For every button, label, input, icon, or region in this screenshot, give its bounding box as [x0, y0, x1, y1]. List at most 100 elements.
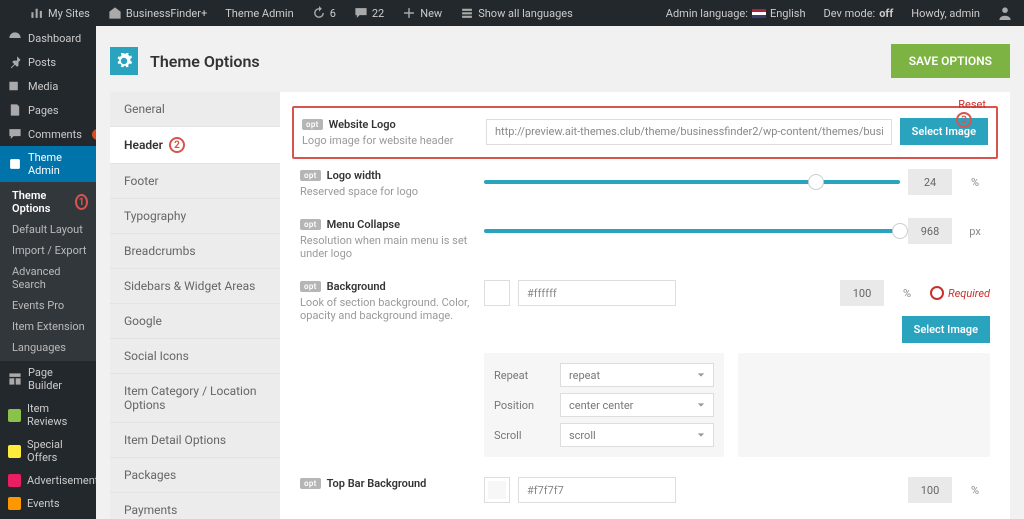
- badge-menucollapse: opt: [300, 219, 321, 230]
- page-title: Theme Options: [150, 52, 260, 71]
- bg-repeat-select[interactable]: repeat: [560, 363, 714, 387]
- menu-comments[interactable]: Comments22: [0, 122, 96, 146]
- row-topbar-color: optTop Bar Color %: [300, 513, 990, 519]
- label-bg-desc: Look of section background. Color, opaci…: [300, 296, 470, 322]
- admin-language[interactable]: Admin language: English: [660, 7, 812, 20]
- comments-link[interactable]: 22: [348, 6, 390, 20]
- updates-count: 6: [330, 7, 336, 20]
- new-label: New: [420, 7, 442, 20]
- slider-knob[interactable]: [892, 223, 908, 239]
- label-topbg-title: Top Bar Background: [327, 477, 427, 490]
- new-link[interactable]: New: [396, 6, 448, 20]
- adminlang-value: English: [770, 7, 806, 20]
- bg-color-input[interactable]: [518, 280, 676, 306]
- my-sites-label: My Sites: [48, 7, 90, 20]
- menu-advertisements[interactable]: Advertisements: [0, 469, 96, 492]
- menu-special-offers[interactable]: Special Offers: [0, 433, 96, 469]
- label-logowidth-title: Logo width: [327, 169, 381, 182]
- section-link[interactable]: Theme Admin: [219, 7, 299, 20]
- submenu-item-extension[interactable]: Item Extension: [0, 316, 96, 337]
- topbg-swatch[interactable]: [484, 477, 510, 503]
- row-logo-width: optLogo width Reserved space for logo %: [300, 159, 990, 208]
- slider-knob[interactable]: [808, 174, 824, 190]
- menu-theme-admin[interactable]: Theme Admin: [0, 146, 96, 182]
- bg-position-select[interactable]: center center: [560, 393, 714, 417]
- reset-link[interactable]: Reset: [958, 98, 986, 111]
- topbg-opacity[interactable]: [908, 477, 952, 503]
- tab-google[interactable]: Google: [110, 304, 280, 339]
- tab-social-icons[interactable]: Social Icons: [110, 339, 280, 374]
- menu-item-label: Advertisements: [27, 474, 96, 487]
- bg-color-swatch[interactable]: [484, 280, 510, 306]
- tab-sidebars-widget-areas[interactable]: Sidebars & Widget Areas: [110, 269, 280, 304]
- tab-footer[interactable]: Footer: [110, 164, 280, 199]
- step-1-badge: 1: [75, 194, 88, 210]
- topbg-unit: %: [960, 484, 990, 497]
- label-menucollapse-title: Menu Collapse: [327, 218, 400, 231]
- admin-bar: My Sites BusinessFinder+ Theme Admin 6 2…: [0, 0, 1024, 26]
- menu-media-label: Media: [28, 80, 58, 93]
- logowidth-value[interactable]: [908, 169, 952, 195]
- menucollapse-slider[interactable]: [484, 229, 900, 233]
- row-website-logo: optWebsite Logo Logo image for website h…: [292, 106, 998, 159]
- dev-mode[interactable]: Dev mode: off: [818, 7, 900, 20]
- tab-payments[interactable]: Payments: [110, 493, 280, 519]
- tab-packages[interactable]: Packages: [110, 458, 280, 493]
- bg-scroll-select[interactable]: scroll: [560, 423, 714, 447]
- menu-item-reviews[interactable]: Item Reviews: [0, 397, 96, 433]
- logo-url-input[interactable]: [486, 119, 892, 145]
- submenu-default-layout[interactable]: Default Layout: [0, 219, 96, 240]
- site-link[interactable]: BusinessFinder+: [102, 6, 213, 20]
- row-menu-collapse: optMenu Collapse Resolution when main me…: [300, 208, 990, 270]
- menucollapse-unit: px: [960, 225, 990, 238]
- tab-typography[interactable]: Typography: [110, 199, 280, 234]
- tab-breadcrumbs[interactable]: Breadcrumbs: [110, 234, 280, 269]
- bg-position-label: Position: [494, 399, 550, 412]
- logowidth-slider[interactable]: [484, 180, 900, 184]
- dashboard-icon: [8, 31, 22, 45]
- menu-events[interactable]: Events: [0, 492, 96, 515]
- tab-header[interactable]: Header2: [110, 127, 280, 164]
- chevron-down-icon: [697, 401, 705, 409]
- devmode-value: off: [879, 7, 893, 20]
- howdy-link[interactable]: Howdy, admin: [905, 7, 986, 20]
- languages-link[interactable]: Show all languages: [454, 6, 579, 20]
- submenu-languages[interactable]: Languages: [0, 337, 96, 358]
- menu-dashboard[interactable]: Dashboard: [0, 26, 96, 50]
- menu-comments-count: 22: [92, 129, 96, 140]
- submenu-advanced-search[interactable]: Advanced Search: [0, 261, 96, 295]
- bg-select-image-button[interactable]: Select Image: [902, 316, 990, 343]
- step-2-badge: 2: [169, 137, 185, 153]
- submenu-theme-options[interactable]: Theme Options 1: [0, 185, 96, 219]
- menu-page-builder[interactable]: Page Builder: [0, 361, 96, 397]
- badge-bg: opt: [300, 281, 321, 292]
- bg-opacity-value[interactable]: [840, 280, 884, 306]
- color-icon: [8, 445, 21, 458]
- menucollapse-value[interactable]: [908, 218, 952, 244]
- tab-general[interactable]: General: [110, 92, 280, 127]
- tab-item-category-location-options[interactable]: Item Category / Location Options: [110, 374, 280, 423]
- updates-link[interactable]: 6: [306, 6, 342, 20]
- badge-logo: opt: [302, 119, 323, 130]
- menu-item-label: Events: [27, 497, 60, 510]
- tab-item-detail-options[interactable]: Item Detail Options: [110, 423, 280, 458]
- options-panel: GeneralHeader2FooterTypographyBreadcrumb…: [110, 92, 1010, 519]
- menu-faq[interactable]: FAQ: [0, 515, 96, 519]
- my-sites-link[interactable]: My Sites: [24, 6, 96, 20]
- menu-pages[interactable]: Pages: [0, 98, 96, 122]
- submenu-events-pro[interactable]: Events Pro: [0, 295, 96, 316]
- avatar-icon[interactable]: [992, 6, 1018, 20]
- theme-icon: [8, 157, 22, 171]
- submenu-theme-options-label: Theme Options: [12, 189, 69, 215]
- menu-media[interactable]: Media: [0, 74, 96, 98]
- submenu-import-export[interactable]: Import / Export: [0, 240, 96, 261]
- devmode-label: Dev mode:: [824, 7, 876, 20]
- menu-posts[interactable]: Posts: [0, 50, 96, 74]
- menu-posts-label: Posts: [28, 56, 56, 69]
- topbg-input[interactable]: [518, 477, 676, 503]
- menu-page-builder-label: Page Builder: [28, 366, 88, 392]
- label-bg-title: Background: [327, 280, 386, 293]
- save-options-button[interactable]: SAVE OPTIONS: [891, 44, 1010, 78]
- menu-item-label: Item Reviews: [27, 402, 88, 428]
- logo-select-button[interactable]: Select Image: [900, 118, 988, 145]
